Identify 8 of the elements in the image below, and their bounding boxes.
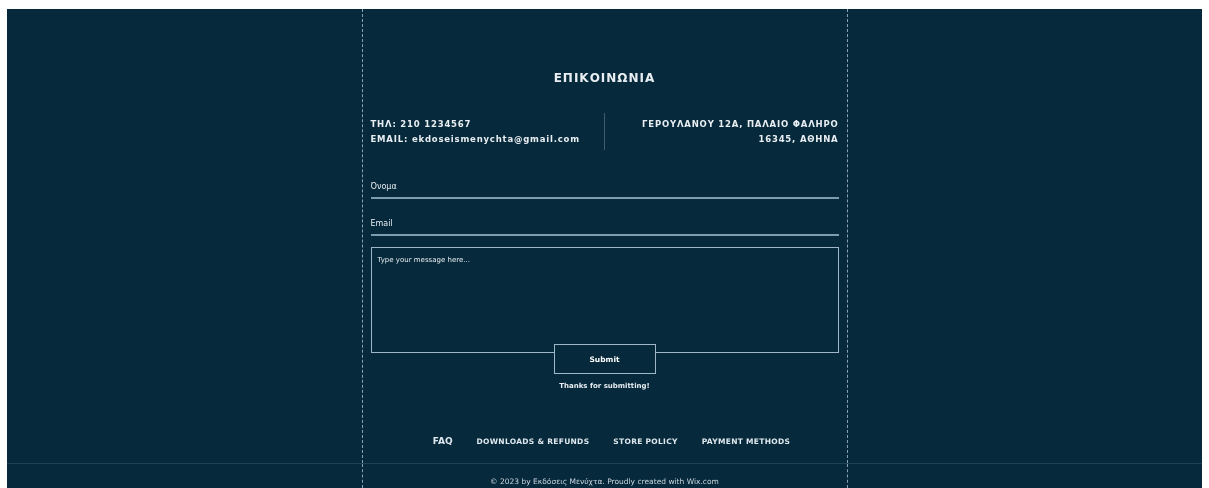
address-text: ΓΕΡΟΥΛΑΝΟΥ 12Α, ΠΑΛΑΙΟ ΦΑΛΗΡΟ <box>642 119 839 129</box>
address-text: 16345, ΑΘΗΝΑ <box>758 134 839 144</box>
text-field[interactable]: Email <box>370 209 839 236</box>
text-field[interactable]: Όνομα <box>370 172 839 199</box>
section-heading: ΕΠΙΚΟΙΝΩΝΙΑ <box>552 71 657 85</box>
contact-text: ΤΗΛ: 210 1234567 <box>370 119 472 129</box>
footer-link[interactable]: FAQ <box>432 436 453 446</box>
contact-text: EMAIL: ekdoseismenychta@gmail.com <box>370 134 580 144</box>
